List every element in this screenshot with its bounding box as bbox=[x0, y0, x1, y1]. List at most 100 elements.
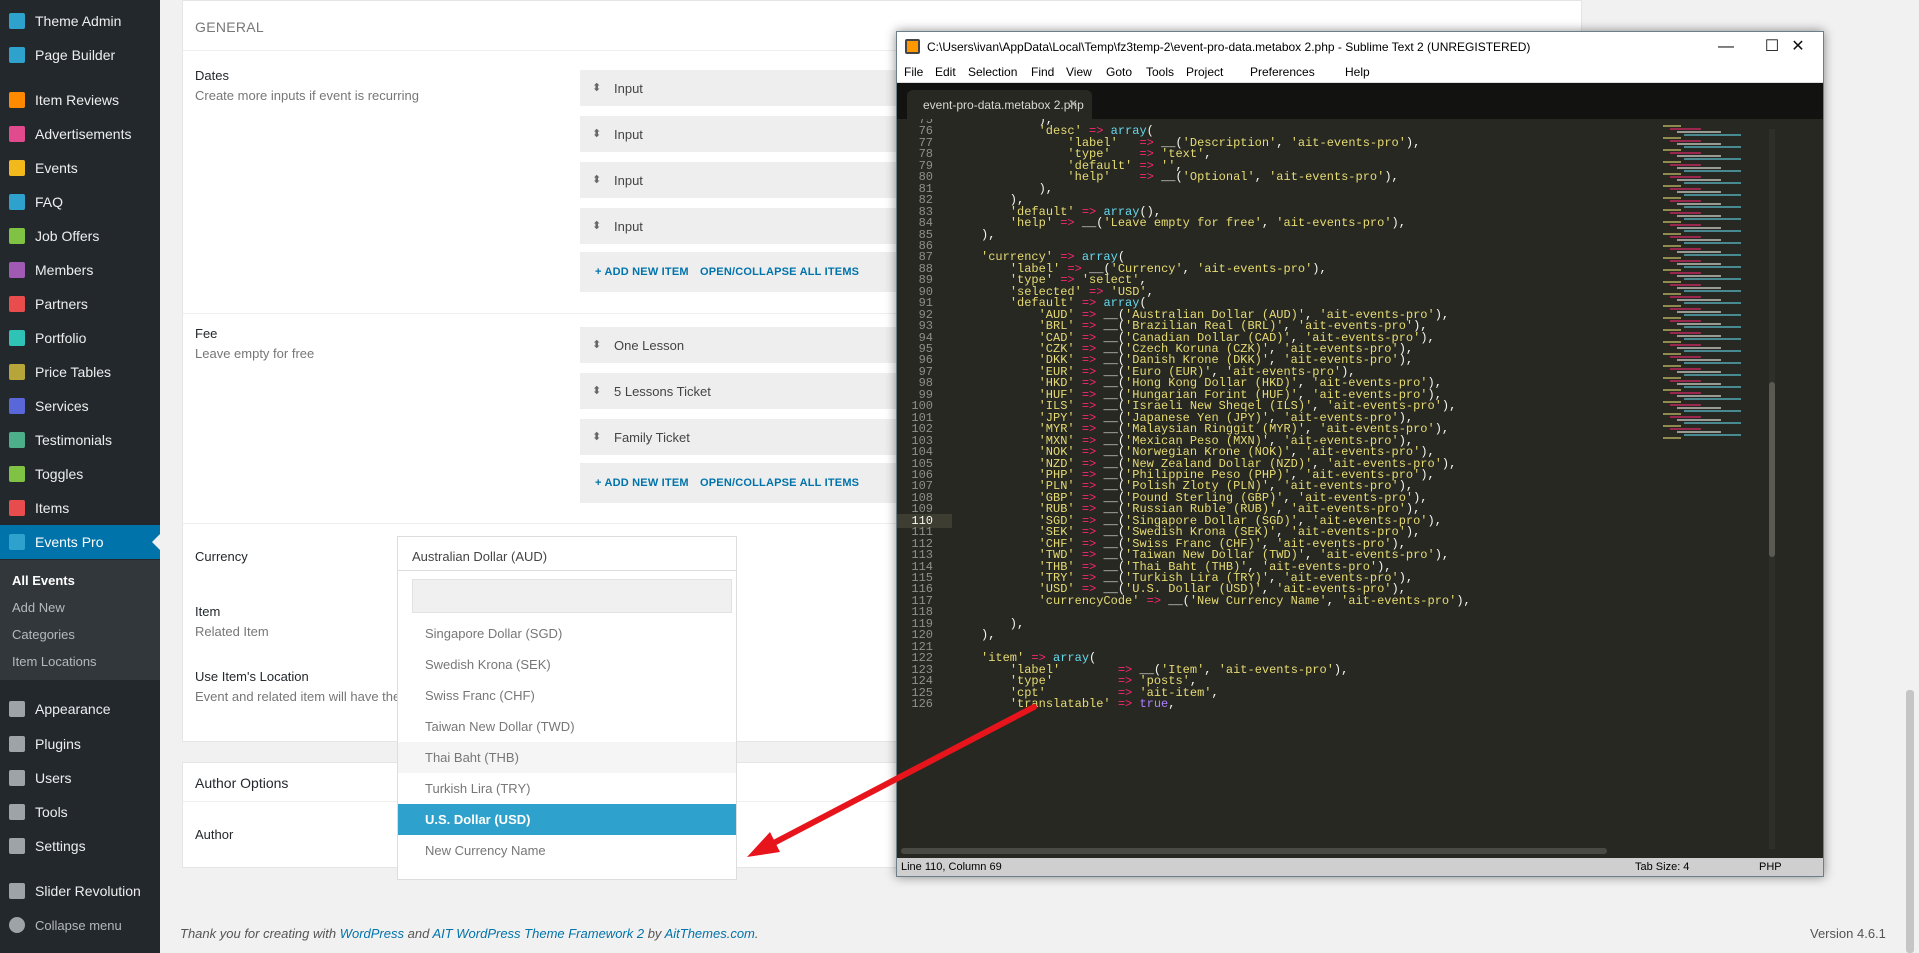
currency-option[interactable]: Turkish Lira (TRY) bbox=[398, 773, 736, 804]
sidebar-item-events-pro[interactable]: Events Pro bbox=[0, 525, 160, 559]
minimap-line bbox=[1684, 398, 1741, 400]
minimap-line bbox=[1663, 185, 1681, 187]
minimap-line bbox=[1670, 224, 1701, 226]
tab-close-icon[interactable]: ✕ bbox=[1068, 97, 1078, 111]
drag-handle-icon[interactable]: ⬍ bbox=[592, 174, 604, 186]
sidebar-item-partners[interactable]: Partners bbox=[0, 287, 160, 321]
syntax-mode[interactable]: PHP bbox=[1759, 861, 1782, 873]
menu-preferences[interactable]: Preferences bbox=[1250, 65, 1315, 79]
menu-find[interactable]: Find bbox=[1031, 65, 1054, 79]
sidebar-item-items[interactable]: Items bbox=[0, 491, 160, 525]
wordpress-link[interactable]: WordPress bbox=[340, 926, 404, 941]
sidebar-item-theme-admin[interactable]: Theme Admin bbox=[0, 4, 160, 38]
editor-horizontal-scrollbar[interactable] bbox=[901, 848, 1607, 854]
menu-help[interactable]: Help bbox=[1345, 65, 1370, 79]
page-scrollbar[interactable] bbox=[1906, 690, 1914, 953]
currency-option[interactable]: Thai Baht (THB) bbox=[398, 742, 736, 773]
date-input-2[interactable]: ⬍ Input bbox=[580, 116, 920, 152]
fee-item-3[interactable]: ⬍ Family Ticket bbox=[580, 419, 920, 455]
file-tab[interactable]: event-pro-data.metabox 2.php ✕ bbox=[907, 90, 1092, 119]
minimap-line bbox=[1670, 164, 1701, 166]
currency-search-input[interactable] bbox=[412, 579, 732, 613]
sidebar-item-collapse-menu[interactable]: Collapse menu bbox=[0, 908, 160, 942]
open-collapse-button[interactable]: OPEN/COLLAPSE ALL ITEMS bbox=[700, 477, 859, 489]
plug-icon bbox=[9, 736, 25, 752]
sidebar-item-slider-revolution[interactable]: Slider Revolution bbox=[0, 874, 160, 908]
code-line[interactable]: 'translatable' => true, bbox=[981, 697, 1176, 711]
minimap-line bbox=[1670, 140, 1701, 142]
sidebar-item-label: Toggles bbox=[35, 466, 84, 482]
code-line[interactable]: ), bbox=[981, 628, 995, 642]
menu-view[interactable]: View bbox=[1066, 65, 1092, 79]
drag-handle-icon[interactable]: ⬍ bbox=[592, 82, 604, 94]
menu-goto[interactable]: Goto bbox=[1106, 65, 1132, 79]
menu-selection[interactable]: Selection bbox=[968, 65, 1017, 79]
sidebar-item-item-reviews[interactable]: Item Reviews bbox=[0, 83, 160, 117]
sidebar-item-testimonials[interactable]: Testimonials bbox=[0, 423, 160, 457]
minimap-line bbox=[1670, 260, 1701, 262]
add-new-item-button[interactable]: + ADD NEW ITEM bbox=[595, 266, 689, 278]
sidebar-item-users[interactable]: Users bbox=[0, 761, 160, 795]
drag-handle-icon[interactable]: ⬍ bbox=[592, 385, 604, 397]
fee-item-1[interactable]: ⬍ One Lesson bbox=[580, 327, 920, 363]
aitthemes-link[interactable]: AitThemes.com bbox=[665, 926, 755, 941]
date-input-1[interactable]: ⬍ Input bbox=[580, 70, 920, 106]
tab-size[interactable]: Tab Size: 4 bbox=[1635, 861, 1689, 873]
currency-option[interactable]: Taiwan New Dollar (TWD) bbox=[398, 711, 736, 742]
sidebar-item-advertisements[interactable]: Advertisements bbox=[0, 117, 160, 151]
drag-handle-icon[interactable]: ⬍ bbox=[592, 128, 604, 140]
add-new-item-button[interactable]: + ADD NEW ITEM bbox=[595, 477, 689, 489]
menu-project[interactable]: Project bbox=[1186, 65, 1223, 79]
sidebar-item-faq[interactable]: FAQ bbox=[0, 185, 160, 219]
date-input-3[interactable]: ⬍ Input bbox=[580, 162, 920, 198]
currency-option[interactable]: Singapore Dollar (SGD) bbox=[398, 618, 736, 649]
sidebar-item-page-builder[interactable]: Page Builder bbox=[0, 38, 160, 72]
sidebar-item-tools[interactable]: Tools bbox=[0, 795, 160, 829]
currency-option[interactable]: Swiss Franc (CHF) bbox=[398, 680, 736, 711]
sidebar-item-members[interactable]: Members bbox=[0, 253, 160, 287]
currency-option[interactable]: New Currency Name bbox=[398, 835, 736, 866]
minimap-line bbox=[1684, 206, 1741, 208]
editor-scroll-thumb[interactable] bbox=[1769, 382, 1775, 557]
code-line[interactable]: 'help' => __('Leave empty for free', 'ai… bbox=[981, 216, 1406, 230]
drag-handle-icon[interactable]: ⬍ bbox=[592, 220, 604, 232]
sidebar-item-portfolio[interactable]: Portfolio bbox=[0, 321, 160, 355]
megaphone-icon bbox=[9, 126, 25, 142]
submenu-categories[interactable]: Categories bbox=[12, 627, 75, 642]
currency-option[interactable]: Swedish Krona (SEK) bbox=[398, 649, 736, 680]
currency-select[interactable]: Australian Dollar (AUD) bbox=[397, 536, 737, 570]
sidebar-item-events[interactable]: Events bbox=[0, 151, 160, 185]
sidebar-item-job-offers[interactable]: Job Offers bbox=[0, 219, 160, 253]
minimize-icon[interactable]: — bbox=[1703, 34, 1749, 60]
menu-tools[interactable]: Tools bbox=[1146, 65, 1174, 79]
minimap-line bbox=[1684, 230, 1741, 232]
drag-handle-icon[interactable]: ⬍ bbox=[592, 339, 604, 351]
dates-actions: + ADD NEW ITEM OPEN/COLLAPSE ALL ITEMS bbox=[580, 252, 920, 292]
sidebar-item-appearance[interactable]: Appearance bbox=[0, 692, 160, 726]
sidebar-item-toggles[interactable]: Toggles bbox=[0, 457, 160, 491]
open-collapse-button[interactable]: OPEN/COLLAPSE ALL ITEMS bbox=[700, 266, 859, 278]
fee-item-2[interactable]: ⬍ 5 Lessons Ticket bbox=[580, 373, 920, 409]
framework-link[interactable]: AIT WordPress Theme Framework 2 bbox=[432, 926, 644, 941]
menu-file[interactable]: File bbox=[904, 65, 923, 79]
sidebar-item-plugins[interactable]: Plugins bbox=[0, 727, 160, 761]
code-line[interactable]: 'currencyCode' => __('New Currency Name'… bbox=[981, 594, 1471, 608]
sidebar-item-label: Testimonials bbox=[35, 432, 113, 448]
minimap-line bbox=[1663, 281, 1681, 283]
sidebar-item-services[interactable]: Services bbox=[0, 389, 160, 423]
sidebar-item-label: Theme Admin bbox=[35, 13, 122, 29]
minimap-line bbox=[1670, 404, 1701, 406]
drag-handle-icon[interactable]: ⬍ bbox=[592, 431, 604, 443]
sidebar-item-settings[interactable]: Settings bbox=[0, 829, 160, 863]
date-input-4[interactable]: ⬍ Input bbox=[580, 208, 920, 244]
code-line[interactable]: ), bbox=[981, 228, 995, 242]
sidebar-item-label: Users bbox=[35, 770, 72, 786]
sidebar-item-price-tables[interactable]: Price Tables bbox=[0, 355, 160, 389]
submenu-item-locations[interactable]: Item Locations bbox=[12, 654, 97, 669]
submenu-all-events[interactable]: All Events bbox=[12, 573, 75, 588]
close-icon[interactable]: ✕ bbox=[1775, 34, 1821, 60]
menu-edit[interactable]: Edit bbox=[935, 65, 956, 79]
currency-option-highlighted[interactable]: U.S. Dollar (USD) bbox=[398, 804, 736, 835]
minimap[interactable] bbox=[1655, 119, 1765, 449]
submenu-add-new[interactable]: Add New bbox=[12, 600, 65, 615]
